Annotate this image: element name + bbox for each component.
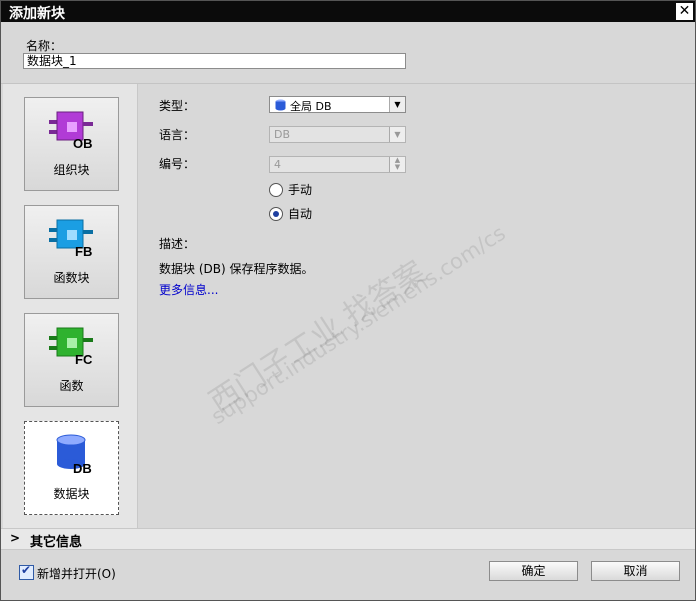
block-fb-button[interactable]: FB 函数块 <box>24 205 119 299</box>
type-select[interactable]: 全局 DB ▼ <box>269 96 406 113</box>
radio-auto[interactable]: 自动 <box>269 205 312 222</box>
description-text: 数据块 (DB) 保存程序数据。 <box>159 262 314 276</box>
svg-text:OB: OB <box>73 136 93 150</box>
watermark-line2: support.industry.siemens.com/cs <box>207 220 510 430</box>
language-select: DB ▼ <box>269 126 406 143</box>
radio-auto-label: 自动 <box>288 207 313 221</box>
type-label: 类型： <box>159 99 196 113</box>
radio-manual[interactable]: 手动 <box>269 181 312 198</box>
db-icon <box>275 99 286 111</box>
more-info-bar[interactable]: > 其它信息 <box>1 528 695 550</box>
chevron-down-icon[interactable]: ▼ <box>389 97 405 112</box>
db-block-icon: DB <box>56 434 92 474</box>
block-ob-button[interactable]: OB 组织块 <box>24 97 119 191</box>
name-section: 名称： 数据块_1 <box>1 22 695 84</box>
block-fc-label: 函数 <box>59 379 84 393</box>
title-bar: 添加新块 ✕ <box>1 1 695 22</box>
block-db-button[interactable]: DB 数据块 <box>24 421 119 515</box>
cancel-button[interactable]: 取消 <box>591 561 680 581</box>
radio-auto-circle[interactable] <box>269 206 283 221</box>
ok-button[interactable]: 确定 <box>489 561 578 581</box>
block-properties-panel: 类型： 全局 DB ▼ 语言： DB ▼ 编号： 4 ▲ ▼ 手动 自动 描述： … <box>139 84 695 528</box>
block-type-panel: OB 组织块 FB 函数块 FC 函数 DB 数据块 <box>3 84 138 528</box>
radio-manual-label: 手动 <box>288 183 313 197</box>
fb-block-icon: FB <box>49 219 93 258</box>
block-fb-label: 函数块 <box>53 271 90 285</box>
add-block-dialog: 添加新块 ✕ 名称： 数据块_1 OB 组织块 FB 函数块 FC 函数 DB … <box>0 0 696 601</box>
block-db-label: 数据块 <box>53 487 90 501</box>
close-icon[interactable]: ✕ <box>676 3 693 20</box>
language-label: 语言： <box>159 128 196 142</box>
more-info-label: 其它信息 <box>30 535 83 550</box>
svg-text:DB: DB <box>73 461 92 474</box>
footer: 新增并打开(O) 确定 取消 <box>1 550 695 600</box>
name-label: 名称： <box>26 39 63 53</box>
block-fc-button[interactable]: FC 函数 <box>24 313 119 407</box>
language-value: DB <box>274 128 291 141</box>
spin-icon: ▲ ▼ <box>389 157 405 172</box>
block-ob-label: 组织块 <box>53 163 90 177</box>
chevron-down-icon: ▼ <box>389 127 405 142</box>
dialog-title: 添加新块 <box>9 6 65 22</box>
svg-text:FC: FC <box>75 352 93 366</box>
fc-block-icon: FC <box>49 327 93 366</box>
add-and-open-checkbox[interactable] <box>19 563 34 580</box>
more-info-link[interactable]: 更多信息... <box>159 281 218 298</box>
number-stepper: 4 ▲ ▼ <box>269 156 406 173</box>
add-and-open-label: 新增并打开(O) <box>37 567 116 581</box>
ob-block-icon: OB <box>49 111 93 150</box>
description-label: 描述： <box>159 237 196 251</box>
number-label: 编号： <box>159 157 196 171</box>
number-value: 4 <box>274 158 281 171</box>
name-input[interactable]: 数据块_1 <box>23 53 406 69</box>
type-value: 全局 DB <box>290 100 332 113</box>
svg-text:FB: FB <box>75 244 92 258</box>
radio-manual-circle[interactable] <box>269 182 283 197</box>
chevron-right-icon[interactable]: > <box>10 531 20 545</box>
